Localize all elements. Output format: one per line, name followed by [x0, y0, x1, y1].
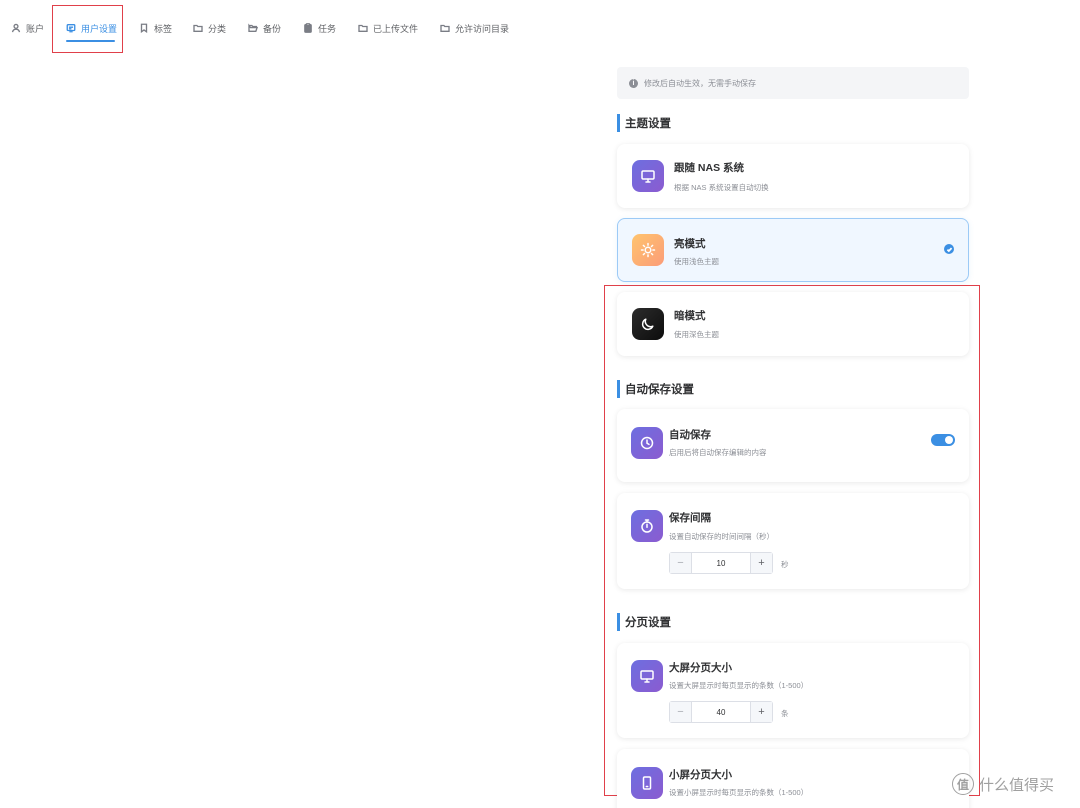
autosave-interval-card: 保存间隔 设置自动保存的时间间隔（秒） − 10 + 秒 — [617, 493, 969, 589]
autosave-title: 自动保存 — [669, 429, 711, 441]
large-page-size-title: 大屏分页大小 — [669, 662, 732, 674]
user-settings-icon — [66, 24, 76, 33]
interval-stepper: − 10 + — [669, 552, 773, 574]
large-page-size-value-input[interactable]: 40 — [692, 702, 750, 722]
theme-option-title: 暗模式 — [674, 310, 706, 322]
theme-option-desc: 使用浅色主题 — [674, 257, 719, 266]
tab-account[interactable]: 账户 — [11, 18, 44, 38]
bookmark-icon — [140, 23, 148, 33]
interval-unit: 秒 — [781, 560, 789, 569]
theme-option-follow-nas[interactable]: 跟随 NAS 系统 根据 NAS 系统设置自动切换 — [617, 144, 969, 208]
section-title-autosave: 自动保存设置 — [617, 380, 694, 398]
tab-allowed-directories[interactable]: 允许访问目录 — [440, 18, 509, 38]
autosave-toggle[interactable] — [931, 434, 955, 446]
decrement-button[interactable]: − — [670, 553, 692, 573]
folder-icon — [440, 24, 450, 32]
user-icon — [11, 23, 21, 33]
check-icon — [944, 244, 954, 254]
interval-desc: 设置自动保存的时间间隔（秒） — [669, 532, 774, 541]
auto-save-notice: i 修改后自动生效，无需手动保存 — [617, 67, 969, 99]
small-page-size-desc: 设置小屏显示时每页显示的条数（1-500） — [669, 788, 809, 797]
tab-tasks[interactable]: 任务 — [303, 18, 336, 38]
theme-option-desc: 根据 NAS 系统设置自动切换 — [674, 183, 769, 192]
moon-icon — [632, 308, 664, 340]
small-page-size-card: 小屏分页大小 设置小屏显示时每页显示的条数（1-500） — [617, 749, 969, 808]
clipboard-icon — [304, 23, 312, 33]
autosave-toggle-card: 自动保存 启用后将自动保存编辑的内容 — [617, 409, 969, 482]
large-page-size-stepper: − 40 + — [669, 701, 773, 723]
decrement-button[interactable]: − — [670, 702, 692, 722]
settings-tab-bar: 账户 用户设置 标签 分类 备份 任务 已上传文件 允许访问目录 — [0, 0, 1080, 56]
stopwatch-icon — [631, 510, 663, 542]
small-page-size-title: 小屏分页大小 — [669, 769, 732, 781]
large-page-size-card: 大屏分页大小 设置大屏显示时每页显示的条数（1-500） − 40 + 条 — [617, 643, 969, 738]
tab-tags[interactable]: 标签 — [139, 18, 172, 38]
folder-icon — [193, 24, 203, 32]
monitor-icon — [632, 160, 664, 192]
notice-text: 修改后自动生效，无需手动保存 — [644, 78, 756, 88]
theme-option-title: 亮模式 — [674, 238, 706, 250]
tab-label: 标签 — [154, 23, 173, 34]
large-page-size-unit: 条 — [781, 709, 789, 718]
theme-option-dark[interactable]: 暗模式 使用深色主题 — [617, 292, 969, 356]
tab-label: 允许访问目录 — [455, 23, 510, 34]
watermark: 值 什么值得买 — [952, 773, 1054, 795]
info-icon: i — [629, 78, 638, 88]
monitor-icon — [631, 660, 663, 692]
folder-icon — [358, 24, 368, 32]
theme-option-light[interactable]: 亮模式 使用浅色主题 — [617, 218, 969, 282]
section-title-pagination: 分页设置 — [617, 613, 671, 631]
interval-value-input[interactable]: 10 — [692, 553, 750, 573]
increment-button[interactable]: + — [750, 702, 772, 722]
tab-label: 分类 — [208, 23, 227, 34]
tablet-icon — [631, 767, 663, 799]
tab-label: 任务 — [318, 23, 337, 34]
increment-button[interactable]: + — [750, 553, 772, 573]
tab-label: 已上传文件 — [373, 23, 419, 34]
interval-title: 保存间隔 — [669, 512, 711, 524]
tab-label: 备份 — [263, 23, 282, 34]
large-page-size-desc: 设置大屏显示时每页显示的条数（1-500） — [669, 681, 809, 690]
tab-backup[interactable]: 备份 — [248, 18, 281, 38]
tab-label: 账户 — [26, 23, 45, 34]
watermark-text: 什么值得买 — [979, 776, 1055, 794]
sun-icon — [632, 234, 664, 266]
tab-categories[interactable]: 分类 — [193, 18, 226, 38]
tab-label: 用户设置 — [81, 23, 118, 34]
tab-user-settings[interactable]: 用户设置 — [66, 18, 117, 38]
active-tab-indicator — [66, 40, 115, 42]
clock-icon — [631, 427, 663, 459]
section-title-theme: 主题设置 — [617, 114, 671, 132]
autosave-desc: 启用后将自动保存编辑的内容 — [669, 448, 767, 457]
theme-option-desc: 使用深色主题 — [674, 330, 719, 339]
folder-open-icon — [248, 23, 258, 32]
watermark-logo: 值 — [952, 773, 974, 795]
tab-uploaded-files[interactable]: 已上传文件 — [358, 18, 418, 38]
theme-option-title: 跟随 NAS 系统 — [674, 162, 745, 174]
